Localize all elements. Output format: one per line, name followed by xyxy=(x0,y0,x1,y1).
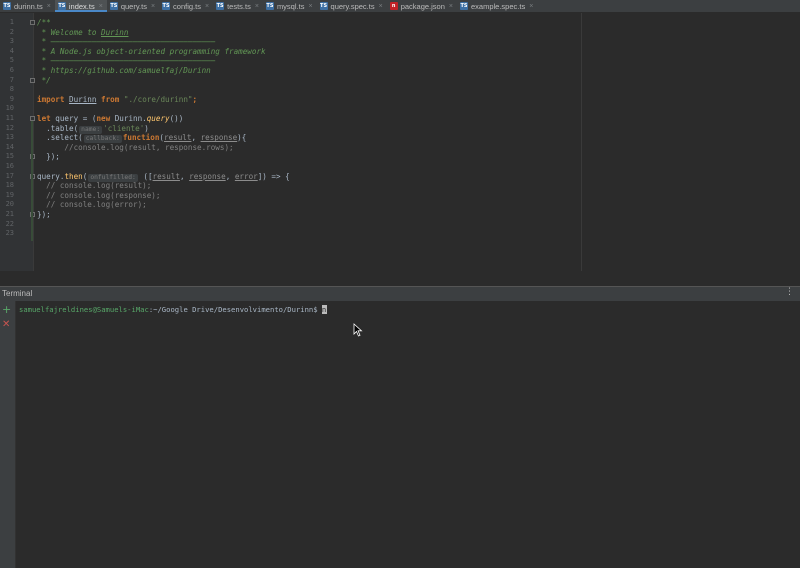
ts-file-icon: TS xyxy=(265,2,274,10)
code-line-15: }); xyxy=(37,152,60,162)
tab-index-ts[interactable]: TS index.ts × xyxy=(54,0,107,12)
line-number: 5 xyxy=(9,56,14,65)
line-number: 21 xyxy=(5,210,14,218)
terminal-prompt-line: samuelfajreldines@Samuels-iMac:~/Google … xyxy=(19,305,327,314)
tab-label: query.ts xyxy=(120,1,147,11)
code-line-13: .select(callback: function(result, respon… xyxy=(37,133,247,144)
tab-label: query.spec.ts xyxy=(330,1,375,11)
close-tab-icon[interactable]: × xyxy=(47,3,51,10)
line-number: 1 xyxy=(9,18,14,26)
ts-file-icon: TS xyxy=(109,2,118,10)
tab-label: package.json xyxy=(400,1,445,11)
right-margin-guide xyxy=(581,13,582,271)
code-line-12: .table(name:'cliente') xyxy=(37,123,149,134)
tab-query-ts[interactable]: TS query.ts × xyxy=(107,0,159,12)
tab-label: mysql.ts xyxy=(276,1,305,11)
terminal-output[interactable]: samuelfajreldines@Samuels-iMac:~/Google … xyxy=(16,301,800,568)
code-line-7: */ xyxy=(37,75,51,85)
tab-label: config.ts xyxy=(173,1,201,11)
line-number: 22 xyxy=(5,219,14,228)
code-line-5: * ———————————————————————————————————— xyxy=(37,56,216,66)
close-tab-icon[interactable]: × xyxy=(205,3,209,10)
code-line-20: // console.log(error); xyxy=(37,200,147,210)
terminal-cursor: n xyxy=(321,305,327,314)
line-number: 14 xyxy=(5,142,14,151)
terminal-options-icon[interactable]: ⋮ xyxy=(785,287,794,297)
ts-file-icon: TS xyxy=(3,2,11,10)
ts-file-icon: TS xyxy=(162,2,171,10)
fold-marker-icon[interactable] xyxy=(30,77,35,83)
new-terminal-icon[interactable]: + xyxy=(2,304,11,315)
tab-example-spec-ts[interactable]: TS example.spec.ts × xyxy=(457,0,537,12)
line-number: 18 xyxy=(5,181,14,190)
line-number: 11 xyxy=(5,114,14,122)
close-tab-icon[interactable]: × xyxy=(99,3,103,10)
line-number: 4 xyxy=(9,46,14,55)
line-number: 8 xyxy=(9,85,14,94)
tab-config-ts[interactable]: TS config.ts × xyxy=(159,0,213,12)
npm-file-icon: n xyxy=(389,2,398,10)
tab-label: index.ts xyxy=(68,1,95,11)
line-number: 12 xyxy=(5,123,14,132)
close-tab-icon[interactable]: × xyxy=(308,3,312,10)
tab-label: durinn.ts xyxy=(14,1,43,11)
ts-file-icon: TS xyxy=(460,2,468,10)
editor-tab-bar: TS durinn.ts × TS index.ts × TS query.ts × TS conf… xyxy=(0,0,800,13)
tab-mysql-ts[interactable]: TS mysql.ts × xyxy=(263,0,317,12)
code-line-21: }); xyxy=(37,210,51,219)
line-number: 15 xyxy=(5,152,14,161)
ts-file-icon: TS xyxy=(216,2,225,10)
terminal-sidebar: + ✕ xyxy=(0,301,16,568)
line-number: 19 xyxy=(5,190,14,199)
mouse-pointer-icon xyxy=(353,323,363,337)
close-tab-icon[interactable]: × xyxy=(529,3,533,10)
tab-label: tests.ts xyxy=(227,1,251,11)
line-number: 17 xyxy=(5,171,14,180)
line-number: 2 xyxy=(9,27,14,36)
fold-marker-icon[interactable] xyxy=(30,20,35,25)
line-number: 3 xyxy=(9,37,14,46)
code-editor[interactable]: 1 2 3 4 5 6 7 8 9 10 11 12 13 14 15 16 17 18 19 20 21 22 23 /*… xyxy=(0,13,800,271)
line-number: 16 xyxy=(5,162,14,170)
tab-tests-ts[interactable]: TS tests.ts × xyxy=(213,0,263,12)
code-line-3: * ———————————————————————————————————— xyxy=(37,37,216,47)
code-line-9: import Durinn from "./core/durinn"; xyxy=(37,94,198,104)
code-line-6: * https://github.com/samuelfaj/Durinn xyxy=(37,66,211,75)
close-tab-icon[interactable]: × xyxy=(151,3,155,10)
line-number-gutter: 1 2 3 4 5 6 7 8 9 10 11 12 13 14 15 16 17 18 19 20 21 22 23 xyxy=(0,13,35,271)
code-line-18: // console.log(result); xyxy=(37,181,152,191)
close-tab-icon[interactable]: × xyxy=(379,3,383,10)
terminal-title: Terminal xyxy=(2,289,33,298)
terminal-header: Terminal ⋮ xyxy=(0,286,800,302)
line-number: 9 xyxy=(9,94,14,103)
line-number: 13 xyxy=(5,133,14,142)
code-line-2: * Welcome to Durinn xyxy=(37,27,129,37)
ts-file-icon: TS xyxy=(57,2,66,10)
close-tab-icon[interactable]: × xyxy=(255,3,259,10)
line-number: 10 xyxy=(5,104,14,113)
vcs-change-marker xyxy=(31,121,33,241)
line-number: 7 xyxy=(9,75,14,84)
tab-package-json[interactable]: n package.json × xyxy=(387,0,457,12)
code-line-19: // console.log(response); xyxy=(37,190,161,200)
close-terminal-icon[interactable]: ✕ xyxy=(2,320,10,330)
tab-durinn-ts[interactable]: TS durinn.ts × xyxy=(0,0,55,12)
code-line-1: /** xyxy=(37,18,51,27)
prompt-path: :~/Google Drive/Desenvolvimento/Durinn$ xyxy=(148,305,318,314)
tab-query-spec-ts[interactable]: TS query.spec.ts × xyxy=(317,0,387,12)
close-tab-icon[interactable]: × xyxy=(449,3,453,10)
line-number: 6 xyxy=(9,66,14,74)
line-number: 23 xyxy=(5,229,14,238)
code-line-17: query.then(onfulfilled: ([result, respon… xyxy=(37,171,290,182)
code-line-14: //console.log(result, response.rows); xyxy=(37,142,234,152)
ts-file-icon: TS xyxy=(319,2,328,10)
line-number: 20 xyxy=(5,200,14,209)
code-line-4: * A Node.js object-oriented programming … xyxy=(37,46,266,56)
prompt-user-host: samuelfajreldines@Samuels-iMac xyxy=(19,305,149,314)
tab-label: example.spec.ts xyxy=(471,1,526,11)
code-line-11: let query = (new Durinn.query()) xyxy=(37,114,184,123)
